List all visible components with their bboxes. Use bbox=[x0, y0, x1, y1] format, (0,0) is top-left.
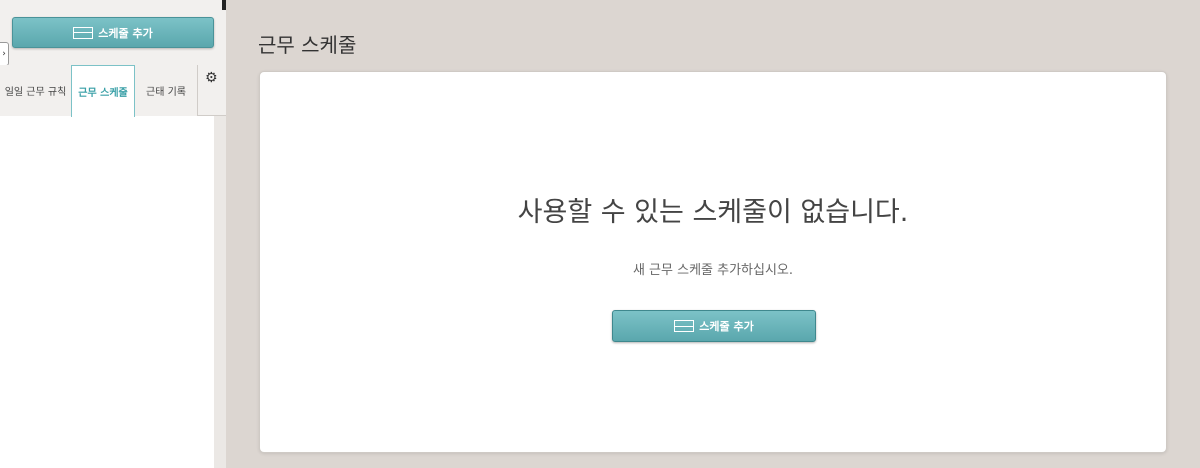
tab-attendance-records[interactable]: 근태 기록 bbox=[135, 65, 198, 116]
add-schedule-label: 스케줄 추가 bbox=[98, 26, 153, 40]
sidebar-edge bbox=[222, 0, 226, 10]
add-schedule-button[interactable]: 스케줄 추가 bbox=[612, 310, 816, 342]
empty-state-subtitle: 새 근무 스케줄 추가하십시오. bbox=[632, 263, 794, 278]
page-title: 근무 스케줄 bbox=[258, 33, 357, 57]
add-schedule-label: 스케줄 추가 bbox=[699, 320, 754, 333]
empty-state-card: 사용할 수 있는 스케줄이 없습니다. 새 근무 스케줄 추가하십시오. 스케줄… bbox=[259, 71, 1167, 453]
empty-state-title: 사용할 수 있는 스케줄이 없습니다. bbox=[517, 197, 909, 228]
calendar-grid-icon bbox=[73, 26, 94, 39]
gear-icon[interactable]: ⚙ bbox=[205, 70, 218, 86]
tab-work-schedule[interactable]: 근무 스케줄 bbox=[71, 65, 135, 117]
sidebar: 스케줄 추가 › 일일 근무 규칙 근무 스케줄 근태 기록 ⚙ bbox=[0, 0, 226, 468]
add-schedule-button-sidebar[interactable]: 스케줄 추가 bbox=[12, 17, 214, 48]
collapse-sidebar-button[interactable]: › bbox=[0, 42, 9, 66]
calendar-grid-icon bbox=[674, 320, 695, 332]
tab-daily-work-rules[interactable]: 일일 근무 규칙 bbox=[0, 65, 72, 116]
